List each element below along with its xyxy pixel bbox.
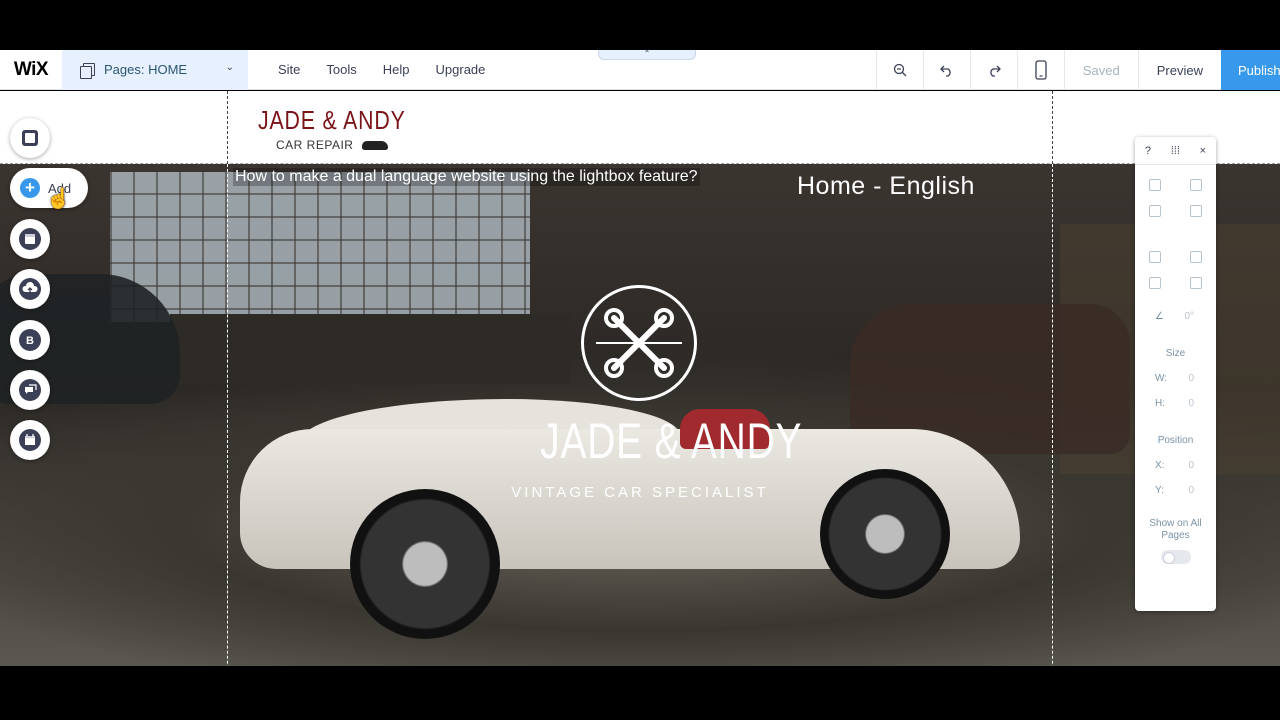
blog-icon: B (19, 329, 41, 351)
wix-logo: WiX (13, 58, 49, 80)
width-label: W: (1155, 373, 1168, 384)
collapse-topbar-button[interactable]: ⌃ (598, 50, 696, 60)
language-page-title[interactable]: Home - English (797, 172, 975, 201)
inspector-row-arrange (1135, 251, 1216, 263)
video-letterbox-top (0, 0, 1280, 50)
help-icon[interactable]: ? (1145, 145, 1151, 157)
grid-guide-right (1052, 164, 1053, 666)
video-overlay-caption: How to make a dual language website usin… (233, 168, 700, 186)
video-letterbox-bottom (0, 666, 1280, 720)
wrench-emblem-icon[interactable] (581, 285, 697, 401)
saved-status: Saved (1063, 50, 1138, 90)
editor-topbar: WiX Pages: HOME ⌄ Site Tools Help Upgrad… (0, 49, 1280, 90)
bookings-icon (19, 429, 41, 451)
menu-tools[interactable]: Tools (326, 62, 356, 77)
y-label: Y: (1155, 485, 1164, 496)
editor-canvas: JADE & ANDY CAR REPAIR JADE & ANDY VINTA… (0, 91, 1280, 666)
position-label: Position (1157, 435, 1194, 446)
zoom-out-icon[interactable] (875, 50, 923, 90)
bookings-button[interactable] (10, 420, 50, 460)
y-field[interactable]: Y: 0 (1135, 485, 1216, 496)
align-icon[interactable] (1189, 251, 1202, 263)
upload-icon (19, 278, 41, 300)
car-icon (362, 141, 389, 151)
grid-guide-left (227, 164, 228, 666)
copy-icon[interactable] (1149, 179, 1162, 191)
brand-subtitle-text: CAR REPAIR (276, 138, 354, 152)
y-value: 0 (1188, 485, 1194, 496)
pages-icon (80, 62, 95, 79)
width-field[interactable]: W: 0 (1135, 373, 1216, 384)
background-button[interactable] (10, 118, 50, 158)
duplicate-icon[interactable] (1149, 205, 1162, 217)
inspector-row-copy (1135, 179, 1216, 191)
hero-strip[interactable]: JADE & ANDY VINTAGE CAR SPECIALIST How t… (0, 164, 1280, 666)
inspector-row-duplicate (1135, 205, 1216, 217)
blog-button[interactable]: B (10, 320, 50, 360)
app-market-button[interactable] (10, 219, 50, 259)
mobile-icon[interactable] (1016, 50, 1064, 90)
chevron-down-icon: ⌄ (225, 61, 234, 73)
svg-text:B: B (26, 335, 34, 347)
undo-icon[interactable] (922, 50, 970, 90)
menu-upgrade[interactable]: Upgrade (436, 62, 486, 77)
pages-dropdown-label: Pages: HOME (104, 62, 188, 77)
close-icon[interactable]: × (1200, 145, 1206, 157)
width-value: 0 (1188, 373, 1194, 384)
grid-guide-right (1052, 91, 1053, 164)
chat-button[interactable] (10, 370, 50, 410)
angle-icon: ∠ (1155, 311, 1164, 322)
brand-subtitle: CAR REPAIR (276, 138, 438, 152)
site-logo[interactable]: JADE & ANDY CAR REPAIR (258, 105, 438, 152)
hero-subtitle[interactable]: VINTAGE CAR SPECIALIST (480, 484, 800, 501)
delete-icon[interactable] (1189, 205, 1202, 217)
pages-dropdown[interactable]: Pages: HOME ⌄ (62, 49, 248, 90)
match-size-icon[interactable] (1189, 277, 1202, 289)
car-wheel-front (350, 489, 500, 639)
inspector-panel: ? ⁞⁞⁞ × ∠ 0° Size W: 0 H: 0 Position X: … (1135, 137, 1216, 611)
mouse-pointer-icon: ☝ (46, 188, 71, 210)
top-menu: Site Tools Help Upgrade (278, 62, 511, 77)
height-field[interactable]: H: 0 (1135, 398, 1216, 409)
background-icon (22, 130, 38, 146)
grid-guide-left (227, 91, 228, 164)
workbench-image (170, 314, 570, 384)
show-on-all-pages-toggle[interactable] (1160, 550, 1191, 564)
hero-title[interactable]: JADE & ANDY (540, 412, 801, 470)
drag-handle-icon[interactable]: ⁞⁞⁞ (1171, 145, 1180, 157)
publish-button[interactable]: Publish (1221, 50, 1280, 90)
height-value: 0 (1188, 398, 1194, 409)
upload-button[interactable] (10, 269, 50, 309)
garage-window-image (110, 172, 530, 322)
x-label: X: (1155, 460, 1165, 471)
x-value: 0 (1188, 460, 1194, 471)
add-icon: + (20, 178, 40, 198)
inspector-header: ? ⁞⁞⁞ × (1135, 137, 1216, 165)
paste-icon[interactable] (1189, 179, 1202, 191)
size-label: Size (1165, 348, 1186, 359)
chat-icon (19, 379, 41, 401)
rotation-field[interactable]: ∠ 0° (1135, 311, 1216, 322)
brand-name: JADE & ANDY (258, 105, 406, 135)
distribute-icon[interactable] (1149, 277, 1162, 289)
preview-button[interactable]: Preview (1137, 50, 1221, 90)
app-market-icon (19, 228, 41, 250)
arrange-icon[interactable] (1149, 251, 1162, 263)
angle-value: 0° (1184, 311, 1194, 322)
car-wheel-rear (820, 469, 950, 599)
topbar-right-actions: Saved Preview Publish (875, 50, 1280, 90)
show-on-all-pages-label: Show on All Pages (1149, 518, 1202, 541)
inspector-row-distribute (1135, 277, 1216, 289)
height-label: H: (1155, 398, 1165, 409)
menu-site[interactable]: Site (278, 62, 300, 77)
redo-icon[interactable] (969, 50, 1017, 90)
x-field[interactable]: X: 0 (1135, 460, 1216, 471)
site-header[interactable]: JADE & ANDY CAR REPAIR (0, 91, 1280, 164)
menu-help[interactable]: Help (383, 62, 410, 77)
